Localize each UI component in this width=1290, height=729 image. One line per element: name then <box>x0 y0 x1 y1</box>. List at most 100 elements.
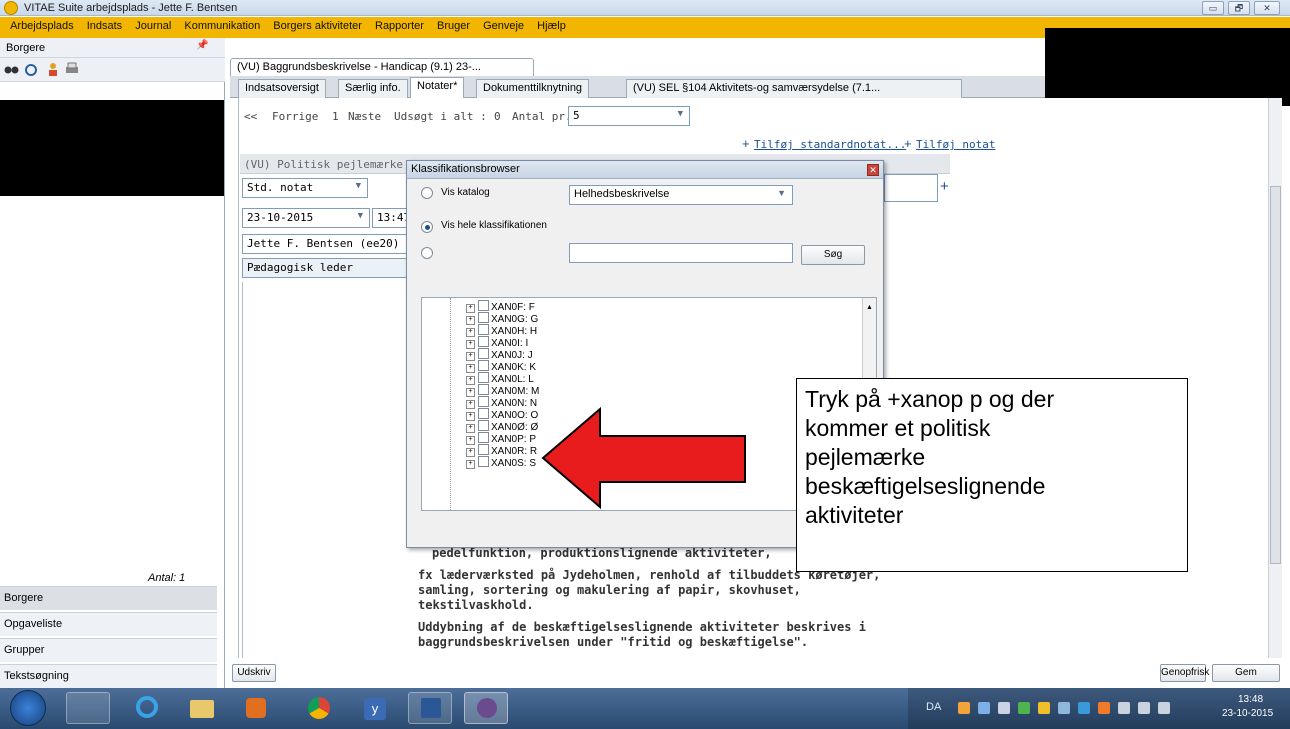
tray-icon[interactable] <box>1118 702 1130 714</box>
clock-date[interactable]: 23-10-2015 <box>1222 708 1273 719</box>
radio-vis-hele[interactable] <box>421 221 433 233</box>
printer-icon[interactable] <box>64 62 80 76</box>
save-button[interactable]: Gem <box>1212 664 1280 682</box>
pager-prev[interactable]: Forrige <box>272 110 318 123</box>
menu-bruger[interactable]: Bruger <box>432 17 475 32</box>
note-type-select[interactable]: Std. notat ▼ <box>242 178 368 198</box>
outlook-icon[interactable] <box>66 692 110 724</box>
volume-icon[interactable] <box>1158 702 1170 714</box>
chevron-down-icon: ▼ <box>777 188 786 198</box>
network-icon[interactable] <box>1138 702 1150 714</box>
nav-opgaveliste[interactable]: Opgaveliste <box>0 612 217 636</box>
tree-node[interactable]: + XAN0Ø: Ø <box>466 420 538 433</box>
note-author-field: Jette F. Bentsen (ee20) <box>242 234 408 254</box>
tab-indsatsoversigt[interactable]: Indsatsoversigt <box>238 79 326 100</box>
menu-borgers-aktiviteter[interactable]: Borgers aktiviteter <box>268 17 367 32</box>
menu-hjaelp[interactable]: Hjælp <box>532 17 571 32</box>
internet-explorer-icon[interactable] <box>124 692 168 724</box>
tree-node[interactable]: + XAN0M: M <box>466 384 539 397</box>
pin-icon[interactable]: 📌 <box>196 40 208 51</box>
start-button[interactable] <box>10 690 46 726</box>
app-icon <box>4 1 18 15</box>
tab-sel-104[interactable]: (VU) SEL §104 Aktivitets-og samværsydels… <box>626 79 962 100</box>
add-recipient-icon[interactable]: + <box>940 178 949 195</box>
menu-kommunikation[interactable]: Kommunikation <box>179 17 265 32</box>
yammer-icon[interactable]: y <box>352 692 396 724</box>
tree-node[interactable]: + XAN0L: L <box>466 372 534 385</box>
media-player-icon[interactable] <box>234 692 278 724</box>
tab-saerlig-info[interactable]: Særlig info. <box>338 79 408 100</box>
recipient-field[interactable] <box>884 174 938 202</box>
scroll-up-icon[interactable]: ▲ <box>866 304 873 311</box>
menu-genveje[interactable]: Genveje <box>478 17 529 32</box>
file-explorer-icon[interactable] <box>180 692 224 724</box>
per-page-select[interactable]: 5 ▼ <box>568 106 690 126</box>
pager-first[interactable]: << <box>244 110 257 123</box>
tree-node[interactable]: + XAN0G: G <box>466 312 538 325</box>
tree-node[interactable]: + XAN0H: H <box>466 324 537 337</box>
tree-node[interactable]: + XAN0I: I <box>466 336 528 349</box>
left-panel-title: Borgere <box>6 42 46 54</box>
pager-found: 0 <box>494 110 501 123</box>
close-button[interactable]: ✕ <box>1254 1 1280 15</box>
tray-icon[interactable] <box>1078 702 1090 714</box>
note-date-picker[interactable]: 23-10-2015 ▼ <box>242 208 370 228</box>
note-time-field[interactable]: 13:47 <box>372 208 410 228</box>
tray-icon[interactable] <box>1058 702 1070 714</box>
search-input[interactable] <box>569 243 793 263</box>
minimize-button[interactable]: ▭ <box>1202 1 1224 15</box>
add-note-link[interactable]: Tilføj notat <box>916 138 995 151</box>
search-button[interactable]: Søg <box>801 245 865 265</box>
dialog-close-button[interactable]: ✕ <box>867 164 879 176</box>
vitae-app-icon[interactable] <box>464 692 508 724</box>
tray-icon[interactable] <box>1098 702 1110 714</box>
tree-node[interactable]: + XAN0K: K <box>466 360 536 373</box>
window-title-bar: VITAE Suite arbejdsplads - Jette F. Bent… <box>0 0 1290 16</box>
tray-icon[interactable] <box>958 702 970 714</box>
nav-tekstsoegning[interactable]: Tekstsøgning <box>0 664 217 688</box>
refresh-button[interactable]: Genopfrisk <box>1160 664 1209 682</box>
note-body-line: samling, sortering og makulering af papi… <box>418 583 801 597</box>
tree-node[interactable]: + XAN0J: J <box>466 348 533 361</box>
nav-borgere[interactable]: Borgere <box>0 586 217 610</box>
left-panel-header: Borgere 📌 <box>0 38 225 58</box>
vertical-scrollbar[interactable] <box>1268 98 1282 658</box>
add-standard-note-link[interactable]: Tilføj standardnotat... <box>754 138 906 151</box>
scrollbar-thumb[interactable] <box>1270 186 1281 564</box>
language-indicator[interactable]: DA <box>926 701 941 713</box>
tree-node[interactable]: + XAN0F: F <box>466 300 535 313</box>
tray-icon[interactable] <box>978 702 990 714</box>
tray-icon[interactable] <box>1018 702 1030 714</box>
nav-grupper[interactable]: Grupper <box>0 638 217 662</box>
radio-search[interactable] <box>421 247 433 259</box>
refresh-icon[interactable] <box>24 63 38 77</box>
tree-node[interactable]: + XAN0O: O <box>466 408 538 421</box>
menu-rapporter[interactable]: Rapporter <box>370 17 429 32</box>
menu-indsats[interactable]: Indsats <box>82 17 127 32</box>
clock-time[interactable]: 13:48 <box>1238 694 1263 705</box>
document-tab[interactable]: (VU) Baggrundsbeskrivelse - Handicap (9.… <box>230 58 534 77</box>
tree-node[interactable]: + XAN0S: S <box>466 456 536 469</box>
tree-node[interactable]: + XAN0P: P <box>466 432 536 445</box>
tab-dokumenttilknytning[interactable]: Dokumenttilknytning <box>476 79 590 100</box>
pager-next[interactable]: Næste <box>348 110 381 123</box>
menu-journal[interactable]: Journal <box>130 17 176 32</box>
tray-icon[interactable] <box>1038 702 1050 714</box>
person-pin-icon[interactable] <box>46 62 60 76</box>
tab-notater[interactable]: Notater* <box>410 77 465 100</box>
window-title: VITAE Suite arbejdsplads - Jette F. Bent… <box>24 2 238 14</box>
radio-vis-katalog-label: Vis katalog <box>441 187 490 198</box>
tree-node[interactable]: + XAN0R: R <box>466 444 537 457</box>
menu-arbejdsplads[interactable]: Arbejdsplads <box>5 17 79 32</box>
callout-line: Tryk på +xanop p og der <box>805 386 1055 412</box>
binoculars-icon[interactable] <box>4 63 20 75</box>
note-role-value: Pædagogisk leder <box>247 261 353 274</box>
tray-icon[interactable] <box>998 702 1010 714</box>
radio-vis-katalog[interactable] <box>421 187 433 199</box>
maximize-button[interactable]: 🗗 <box>1228 1 1250 15</box>
print-button[interactable]: Udskriv <box>232 664 276 682</box>
word-icon[interactable] <box>408 692 452 724</box>
chrome-icon[interactable] <box>296 692 340 724</box>
catalog-select[interactable]: Helhedsbeskrivelse ▼ <box>569 185 793 205</box>
tree-node[interactable]: + XAN0N: N <box>466 396 537 409</box>
